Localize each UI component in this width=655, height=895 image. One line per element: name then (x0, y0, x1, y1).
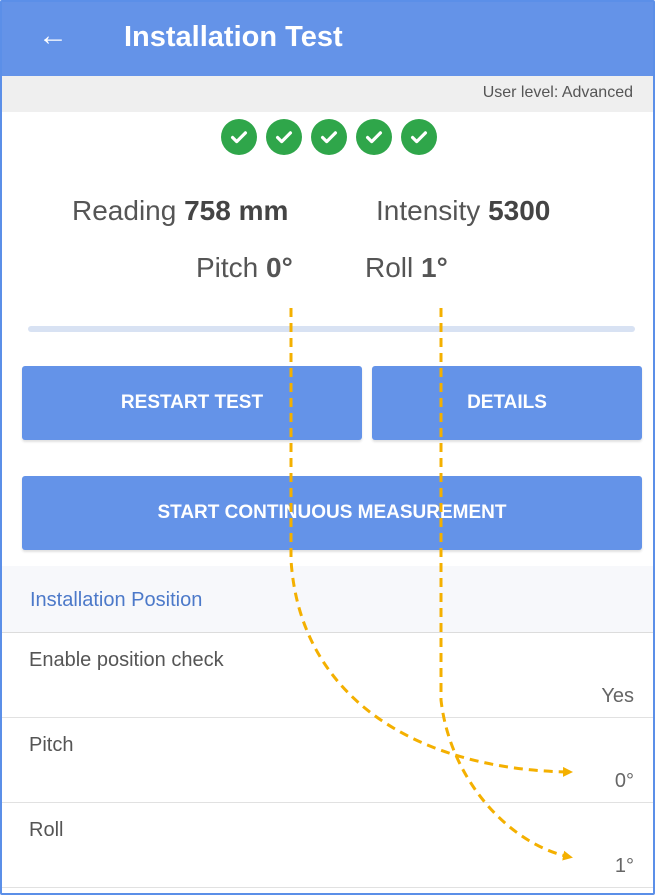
row-value: Yes (601, 685, 634, 707)
user-level-text: User level: Advanced (482, 84, 633, 101)
row-label: Enable position check (29, 649, 224, 671)
row-label: Roll (29, 819, 64, 841)
back-arrow-icon[interactable]: ← (38, 16, 70, 56)
page-title: Installation Test (124, 21, 343, 53)
roll-value: 1° (421, 252, 448, 283)
check-circle-icon (311, 119, 347, 155)
section-title: Installation Position (30, 589, 203, 611)
check-circle-icon (266, 119, 302, 155)
row-label: Pitch (29, 734, 74, 756)
check-circle-icon (356, 119, 392, 155)
pitch-value: 0° (266, 252, 293, 283)
start-continuous-measurement-button[interactable]: START CONTINUOUS MEASUREMENT (22, 476, 642, 550)
row-value: 0° (614, 770, 634, 792)
intensity-label: Intensity (376, 195, 481, 226)
reading-display: Reading 758 mm (72, 195, 288, 227)
user-level-bar: User level: Advanced (2, 76, 653, 112)
restart-test-button[interactable]: RESTART TEST (22, 366, 362, 440)
roll-display: Roll 1° (365, 252, 448, 284)
row-value: 1° (614, 855, 634, 877)
enable-position-check-row[interactable]: Enable position check Yes (2, 633, 653, 718)
intensity-value: 5300 (488, 195, 551, 226)
pitch-label: Pitch (196, 252, 259, 283)
app-bar: ← Installation Test (2, 2, 653, 76)
check-circle-icon (221, 119, 257, 155)
reading-label: Reading (72, 195, 177, 226)
roll-label: Roll (365, 252, 414, 283)
reading-value: 758 mm (184, 195, 289, 226)
intensity-display: Intensity 5300 (376, 195, 550, 227)
roll-row[interactable]: Roll 1° (2, 803, 653, 888)
check-circle-icon (401, 119, 437, 155)
pitch-row[interactable]: Pitch 0° (2, 718, 653, 803)
status-checks (221, 119, 437, 155)
installation-position-header: Installation Position (2, 566, 653, 633)
progress-bar (28, 326, 635, 332)
pitch-display: Pitch 0° (196, 252, 293, 284)
details-button[interactable]: DETAILS (372, 366, 642, 440)
